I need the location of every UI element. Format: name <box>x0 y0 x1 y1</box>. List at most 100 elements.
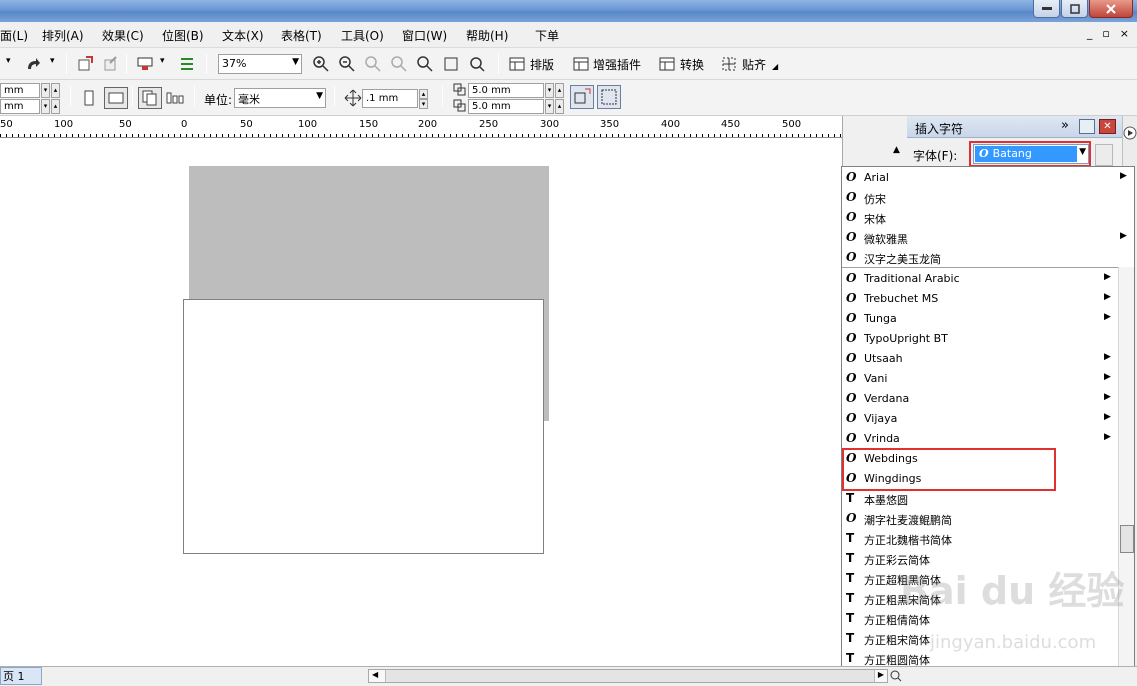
list-item[interactable]: O 汉字之美玉龙简 <box>842 248 1118 268</box>
convert-label[interactable]: 转换 <box>680 56 704 73</box>
font-name: Verdana <box>864 392 910 405</box>
publish-icon[interactable] <box>136 55 154 73</box>
page-width-value: mm <box>4 85 24 96</box>
portrait-icon[interactable] <box>80 89 98 107</box>
snap-icon[interactable] <box>720 55 738 73</box>
ruler-label: 0 <box>181 119 188 130</box>
list-item[interactable]: O 仿宋 <box>842 188 1118 208</box>
zoom-in-icon[interactable] <box>312 55 330 73</box>
horizontal-ruler[interactable]: 50 100 50 0 50 100 150 200 250 300 350 4… <box>0 116 905 138</box>
list-item[interactable]: O Verdana ▶ <box>842 389 1118 409</box>
width-spin-down[interactable]: ▾ <box>41 83 50 98</box>
zoom-height-icon[interactable] <box>468 55 486 73</box>
menu-help[interactable]: 帮助(H) <box>466 27 508 44</box>
landscape-icon[interactable] <box>104 87 128 109</box>
list-item[interactable]: O 宋体 <box>842 208 1118 228</box>
dup-x-spin-up[interactable]: ▴ <box>555 83 564 98</box>
height-spin-down[interactable]: ▾ <box>41 99 50 114</box>
maximize-button[interactable] <box>1061 0 1088 18</box>
list-item[interactable]: T 本墨悠圆 <box>842 489 1118 509</box>
duplicate-x-field[interactable]: 5.0 mm <box>468 83 544 98</box>
close-window-button[interactable] <box>1089 0 1133 18</box>
publish-dropdown-icon[interactable]: ▾ <box>160 56 178 74</box>
zoom-width-icon[interactable] <box>442 55 460 73</box>
menu-bitmaps[interactable]: 位图(B) <box>162 27 204 44</box>
dup-y-spin-down[interactable]: ▾ <box>545 99 554 114</box>
list-item[interactable]: O TypoUpright BT <box>842 329 1118 349</box>
dup-y-spin-up[interactable]: ▴ <box>555 99 564 114</box>
menu-order[interactable]: 下单 <box>535 27 559 44</box>
nudge-spin-down[interactable]: ▾ <box>419 99 428 109</box>
docker-side-button[interactable] <box>1095 144 1113 166</box>
list-item[interactable]: O Utsaah ▶ <box>842 349 1118 369</box>
list-item[interactable]: O 潮字社麦渡鲲鹏简 <box>842 509 1118 529</box>
list-item[interactable]: T 方正北魏楷书简体 <box>842 529 1118 549</box>
list-item[interactable]: O 微软雅黑 ▶ <box>842 228 1127 248</box>
submenu-arrow-icon: ▶ <box>1104 432 1111 442</box>
minimize-button[interactable] <box>1033 0 1060 18</box>
list-item[interactable]: O Traditional Arabic ▶ <box>842 269 1118 289</box>
zoom-combo[interactable]: 37% ▼ <box>218 54 302 74</box>
navigator-icon[interactable] <box>890 670 902 682</box>
treat-as-filled-icon[interactable] <box>597 85 621 109</box>
list-item[interactable]: O Vrinda ▶ <box>842 429 1118 449</box>
mdi-minimize-icon[interactable]: _ <box>1087 27 1093 40</box>
menu-table[interactable]: 表格(T) <box>281 27 322 44</box>
menu-effects[interactable]: 效果(C) <box>102 27 144 44</box>
menu-window[interactable]: 窗口(W) <box>402 27 447 44</box>
unit-combo[interactable]: 毫米 ▼ <box>234 88 326 108</box>
scroll-right-icon[interactable]: ▶ <box>878 670 884 679</box>
nudge-field[interactable]: .1 mm <box>362 89 418 108</box>
docker-minimize-button[interactable] <box>1079 119 1095 134</box>
convert-icon[interactable] <box>658 55 676 73</box>
menu-bar: 面(L) 排列(A) 效果(C) 位图(B) 文本(X) 表格(T) 工具(O)… <box>0 22 1137 48</box>
dup-x-spin-down[interactable]: ▾ <box>545 83 554 98</box>
current-page-icon[interactable] <box>166 89 184 107</box>
height-spin-up[interactable]: ▴ <box>51 99 60 114</box>
ruler-label: 50 <box>0 119 13 130</box>
menu-tools[interactable]: 工具(O) <box>341 27 384 44</box>
list-item[interactable]: O Arial ▶ <box>842 168 1127 188</box>
docker-close-button[interactable]: ✕ <box>1099 119 1116 134</box>
plugin-icon[interactable] <box>572 55 590 73</box>
layout-label[interactable]: 排版 <box>530 56 554 73</box>
play-icon[interactable] <box>1123 126 1137 140</box>
width-spin-up[interactable]: ▴ <box>51 83 60 98</box>
menu-layout[interactable]: 面(L) <box>0 27 28 44</box>
snap-objects-icon[interactable] <box>570 85 594 109</box>
plugin-label[interactable]: 增强插件 <box>593 56 641 73</box>
export-icon[interactable] <box>102 55 120 73</box>
snap-label[interactable]: 贴齐 <box>742 56 766 73</box>
zoom-out-icon[interactable] <box>338 55 356 73</box>
horizontal-scrollbar[interactable]: ◀ ▶ <box>368 669 888 683</box>
mdi-close-icon[interactable]: × <box>1120 27 1129 40</box>
menu-text[interactable]: 文本(X) <box>222 27 264 44</box>
page-width-field[interactable]: mm <box>0 83 40 98</box>
all-pages-icon[interactable] <box>138 87 162 109</box>
scrollbar-thumb[interactable] <box>385 670 875 682</box>
list-item[interactable]: O Trebuchet MS ▶ <box>842 289 1118 309</box>
redo-icon[interactable] <box>24 55 42 73</box>
undo-dropdown-icon[interactable]: ▾ <box>6 56 24 74</box>
nudge-spin-up[interactable]: ▴ <box>419 89 428 99</box>
options-icon[interactable] <box>178 55 196 73</box>
list-item[interactable]: O Vani ▶ <box>842 369 1118 389</box>
zoom-selected-icon[interactable] <box>364 55 382 73</box>
mdi-restore-icon[interactable]: ▫ <box>1102 27 1109 40</box>
list-item[interactable]: O Tunga ▶ <box>842 309 1118 329</box>
scroll-left-icon[interactable]: ◀ <box>372 670 378 679</box>
list-item[interactable]: O Vijaya ▶ <box>842 409 1118 429</box>
scrollbar-thumb[interactable] <box>1120 525 1134 553</box>
document-page[interactable] <box>183 299 544 554</box>
page-tab[interactable]: 页 1 <box>0 667 42 685</box>
duplicate-y-field[interactable]: 5.0 mm <box>468 99 544 114</box>
import-icon[interactable] <box>76 55 94 73</box>
page-height-field[interactable]: mm <box>0 99 40 114</box>
menu-arrange[interactable]: 排列(A) <box>42 27 84 44</box>
scroll-up-arrow-icon[interactable]: ▲ <box>893 145 900 155</box>
zoom-page-icon[interactable] <box>416 55 434 73</box>
expand-chevron-icon[interactable]: » <box>1061 118 1069 133</box>
zoom-all-icon[interactable] <box>390 55 408 73</box>
layout-icon[interactable] <box>508 55 526 73</box>
toolbar-overflow-icon[interactable]: ◢ <box>772 62 790 80</box>
